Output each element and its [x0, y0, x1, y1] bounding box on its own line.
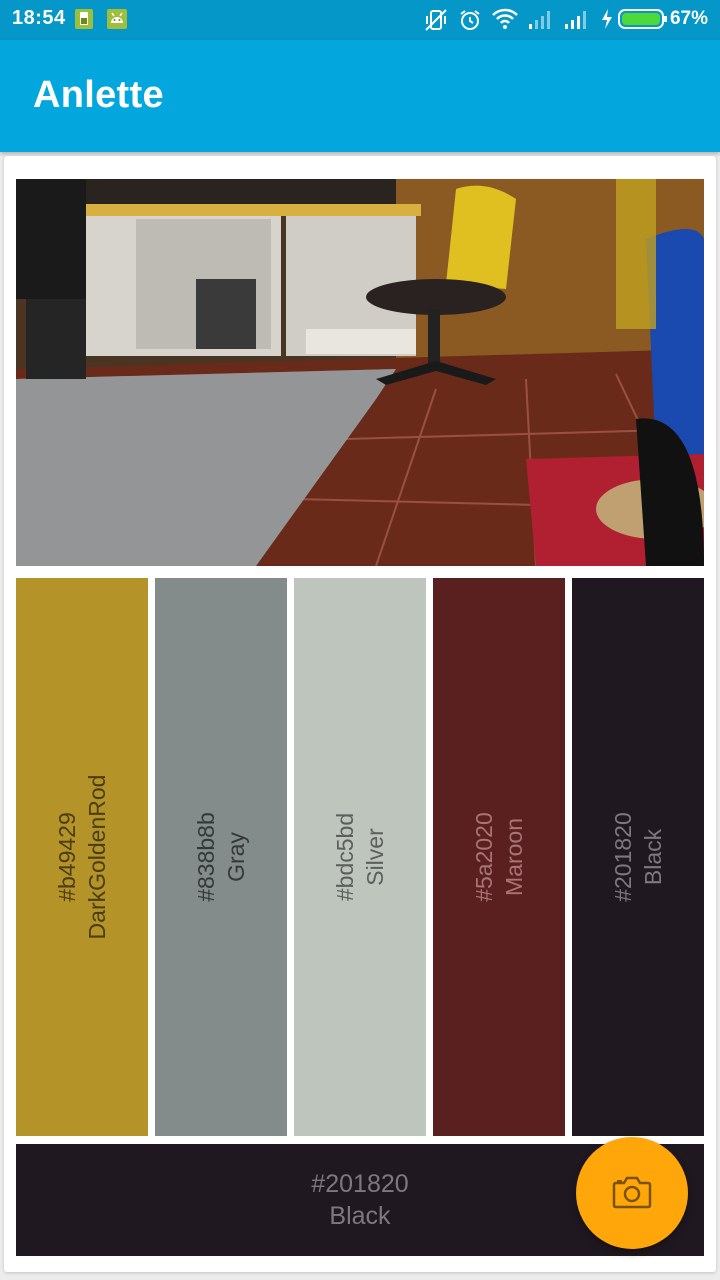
battery-icon [618, 8, 668, 35]
swatch-label: #201820 Black [608, 812, 668, 902]
swatch-label: #b49429 DarkGoldenRod [52, 775, 112, 940]
alarm-icon [458, 8, 482, 37]
palette-swatch[interactable]: #838b8b Gray [155, 578, 287, 1136]
signal-icon [564, 8, 590, 35]
palette-swatch[interactable]: #5a2020 Maroon [433, 578, 565, 1136]
swatch-hex: #b49429 [54, 812, 80, 902]
swatch-color-name: DarkGoldenRod [84, 774, 110, 940]
wifi-icon [492, 8, 518, 35]
palette-swatch[interactable]: #201820 Black [572, 578, 704, 1136]
swatch-color-name: Gray [223, 832, 249, 882]
app-title: Anlette [33, 74, 164, 116]
app-bar: Anlette [0, 40, 720, 152]
swatch-label: #5a2020 Maroon [469, 812, 529, 902]
vibrate-off-icon [424, 8, 448, 37]
charging-icon [600, 8, 614, 35]
swatch-hex: #838b8b [193, 812, 219, 902]
captured-photo [16, 179, 704, 566]
status-bar: 18:54 67% [0, 0, 720, 40]
swatch-hex: #201820 [610, 812, 636, 902]
camera-button[interactable] [576, 1137, 688, 1249]
swatch-color-name: Maroon [501, 818, 527, 896]
sim-card-icon [74, 8, 94, 35]
battery-percent: 67% [669, 8, 708, 29]
swatch-hex: #5a2020 [471, 812, 497, 902]
signal-weak-icon [528, 8, 554, 35]
swatch-color-name: Silver [362, 828, 388, 886]
palette-swatch[interactable]: #bdc5bd Silver [294, 578, 426, 1136]
swatch-color-name: Black [640, 828, 666, 886]
swatch-label: #bdc5bd Silver [330, 813, 390, 901]
palette-swatch[interactable]: #b49429 DarkGoldenRod [16, 578, 148, 1136]
swatch-hex: #bdc5bd [332, 812, 358, 902]
status-time: 18:54 [12, 7, 66, 29]
swatch-label: #838b8b Gray [191, 812, 251, 902]
android-icon [106, 8, 128, 35]
